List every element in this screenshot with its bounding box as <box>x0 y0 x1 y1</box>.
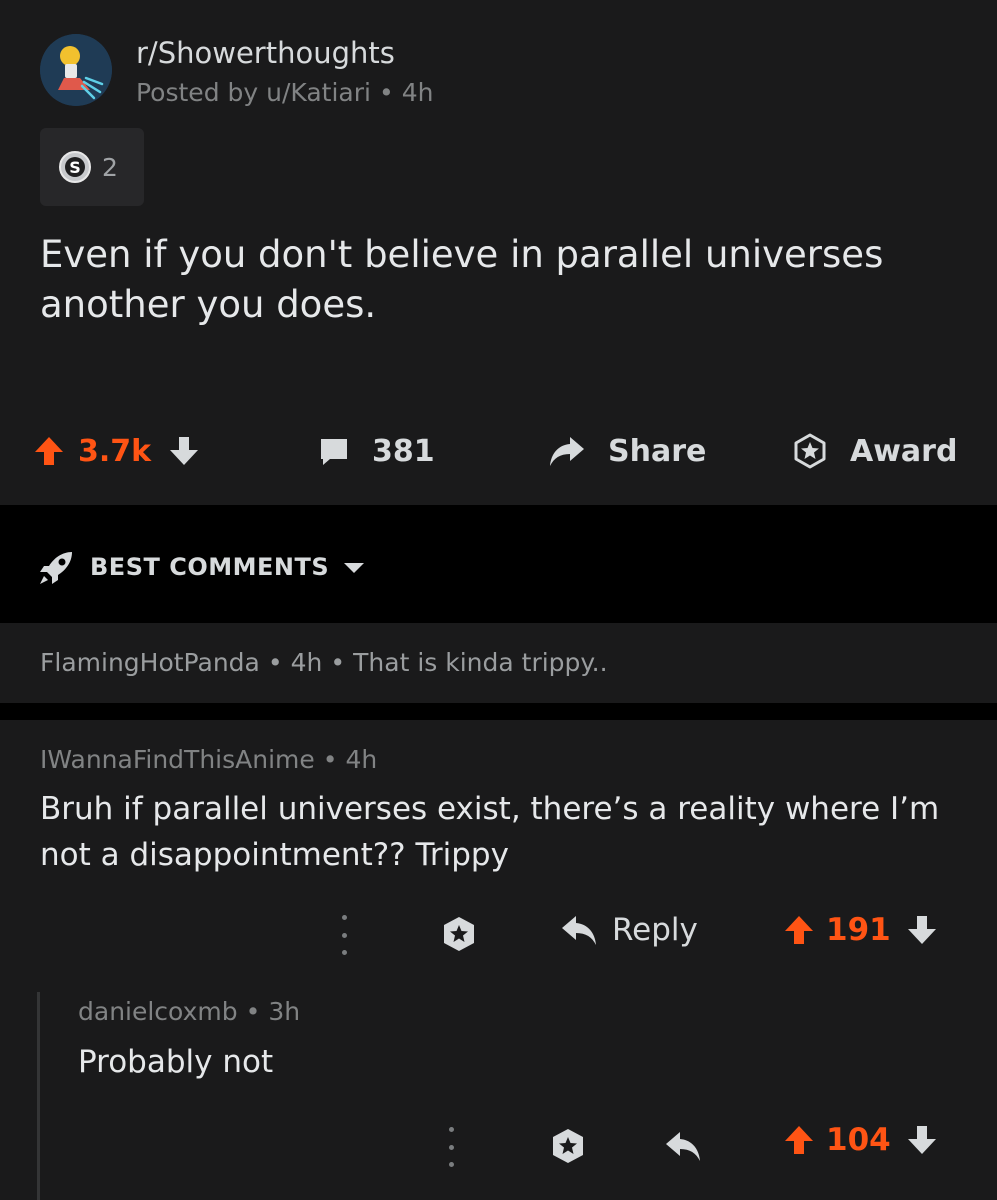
award-star-icon[interactable] <box>441 915 477 953</box>
collapsed-comment-text[interactable]: FlamingHotPanda • 4h • That is kinda trippy.… <box>40 648 608 677</box>
award-star-icon <box>794 433 826 469</box>
svg-text:S: S <box>69 158 81 177</box>
share-arrow-icon <box>550 437 584 466</box>
comment-score: 191 <box>826 912 891 948</box>
collapsed-preview: That is kinda trippy.. <box>353 648 608 677</box>
comment-meta: IWannaFindThisAnime • 4h <box>40 745 377 774</box>
reply-vote-group: 104 <box>784 1122 937 1158</box>
meta-separator: • <box>267 648 283 677</box>
upvote-arrow-icon[interactable] <box>784 914 814 946</box>
collapsed-author[interactable]: FlamingHotPanda <box>40 648 260 677</box>
award-star-icon[interactable] <box>550 1127 586 1165</box>
upvote-arrow-icon[interactable] <box>34 435 64 467</box>
post-card: r/Showerthoughts Posted by u/Katiari • 4h … <box>0 0 997 505</box>
post-meta: Posted by u/Katiari • 4h <box>136 78 433 107</box>
sort-label: BEST COMMENTS <box>90 553 330 581</box>
upvote-arrow-icon[interactable] <box>784 1124 814 1156</box>
award-button[interactable]: Award <box>792 420 957 482</box>
collapsed-age: 4h <box>290 648 323 677</box>
comment-divider <box>0 703 997 720</box>
reply-body: Probably not <box>78 1044 274 1080</box>
reply-age: 3h <box>268 997 301 1026</box>
thread-line[interactable] <box>37 992 40 1200</box>
comment-vote-group: 191 <box>784 912 937 948</box>
award-badge[interactable]: S 2 <box>40 128 144 206</box>
sort-dropdown[interactable]: BEST COMMENTS <box>38 548 367 586</box>
reply-button[interactable]: Reply <box>560 912 698 948</box>
rocket-icon <box>40 552 72 584</box>
post-action-bar: 3.7k 381 Share Award <box>0 420 997 482</box>
comment-count: 381 <box>372 433 435 469</box>
subreddit-avatar-icon[interactable] <box>40 34 112 106</box>
comments-button[interactable]: 381 <box>318 420 435 482</box>
reply-label: Reply <box>612 912 698 948</box>
post-author[interactable]: u/Katiari <box>266 78 371 107</box>
subreddit-name[interactable]: r/Showerthoughts <box>136 36 395 70</box>
comment-age: 4h <box>345 745 378 774</box>
post-score: 3.7k <box>78 433 152 469</box>
award-label: Award <box>850 433 958 469</box>
award-silver-icon: S <box>59 151 91 183</box>
post-title[interactable]: Even if you don't believe in parallel un… <box>40 230 960 330</box>
share-label: Share <box>608 433 707 469</box>
reply-arrow-icon[interactable] <box>664 1129 702 1163</box>
reply-score: 104 <box>826 1122 891 1158</box>
comment-author[interactable]: IWannaFindThisAnime <box>40 745 315 774</box>
post-vote-group: 3.7k <box>34 420 199 482</box>
downvote-arrow-icon[interactable] <box>907 914 937 946</box>
meta-separator: • <box>245 997 261 1026</box>
reply-arrow-icon <box>562 916 596 945</box>
reply-author[interactable]: danielcoxmb <box>78 997 238 1026</box>
downvote-arrow-icon[interactable] <box>907 1124 937 1156</box>
meta-separator: • <box>378 78 394 107</box>
reply-meta: danielcoxmb • 3h <box>78 997 300 1026</box>
more-dots-icon[interactable] <box>446 1127 456 1167</box>
comment-body: Bruh if parallel universes exist, there’… <box>40 791 940 873</box>
post-age: 4h <box>401 78 434 107</box>
more-dots-icon[interactable] <box>339 915 349 955</box>
posted-by-prefix: Posted by <box>136 78 259 107</box>
downvote-arrow-icon[interactable] <box>169 435 199 467</box>
award-count: 2 <box>102 152 118 182</box>
comment-bubble-icon <box>321 439 347 465</box>
meta-separator: • <box>322 745 338 774</box>
share-button[interactable]: Share <box>548 420 706 482</box>
caret-down-icon <box>344 563 365 573</box>
meta-separator: • <box>330 648 346 677</box>
